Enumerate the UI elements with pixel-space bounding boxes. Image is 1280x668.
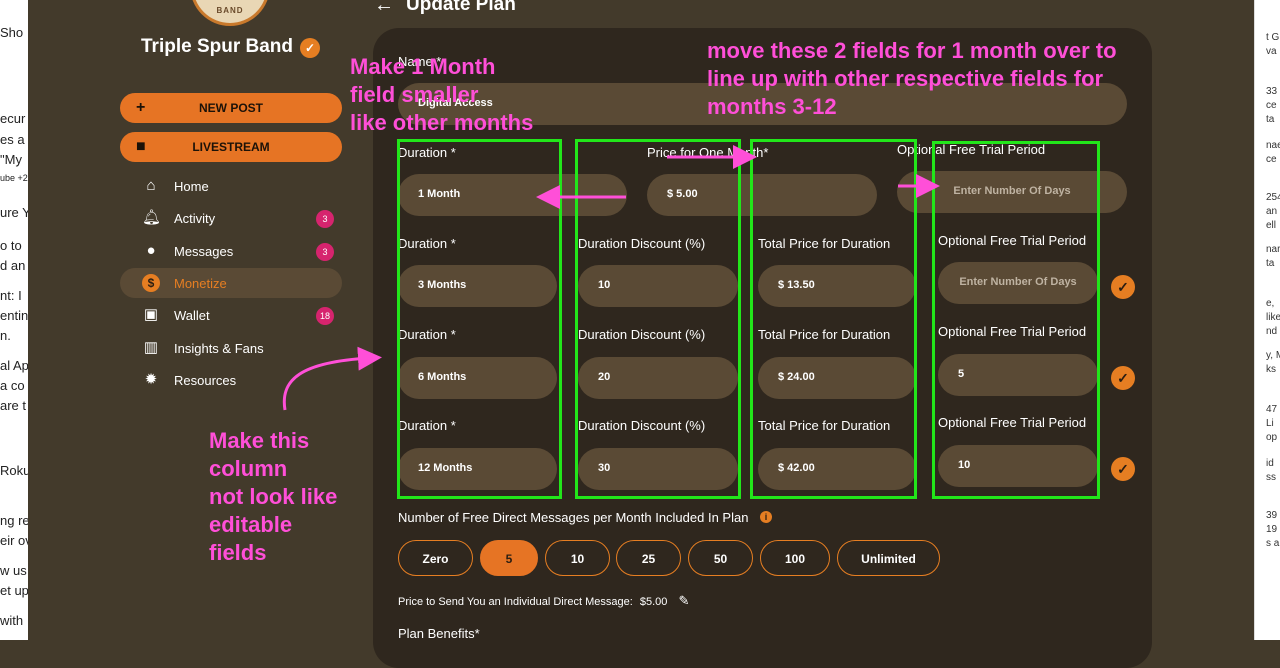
annotation-arrows: [282, 145, 940, 411]
arrow-curved: [282, 346, 382, 411]
